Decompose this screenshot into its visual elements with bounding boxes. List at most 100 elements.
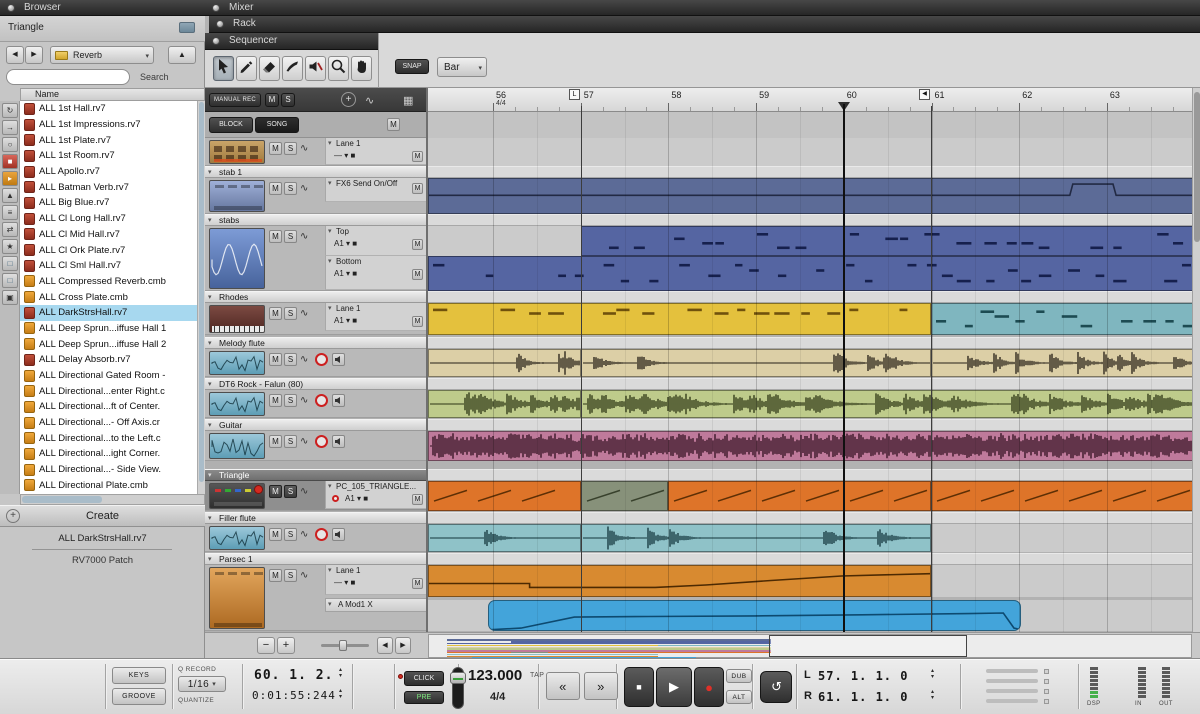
file-item[interactable]: ALL 1st Plate.rv7 [20, 132, 205, 148]
disclosure-triangle-icon[interactable]: ▾ [208, 292, 212, 303]
auto-browse-icon[interactable]: ↻ [2, 103, 18, 118]
track-mute-button[interactable]: M [269, 485, 282, 498]
grid-view-icon[interactable]: ▦ [403, 94, 413, 107]
lane-automation-icon[interactable]: ∿ [300, 183, 308, 194]
track-solo-button[interactable]: S [284, 394, 297, 407]
disclosure-triangle-icon[interactable]: ▾ [208, 215, 212, 226]
timeline-arrange-area[interactable]: 564/457585960616263L◀ [428, 88, 1200, 632]
track-name-Rhodes[interactable]: ▾Rhodes [205, 291, 428, 303]
loop-left-spinner[interactable]: ▴▾ [928, 669, 937, 680]
disclosure-triangle-icon[interactable]: ▾ [328, 482, 332, 490]
file-list-scrollbar[interactable] [197, 101, 205, 494]
lane-automation-icon[interactable]: ∿ [300, 570, 308, 581]
lane-mute-button[interactable]: M [412, 269, 423, 280]
create-bar[interactable]: + Create [0, 505, 205, 527]
lane-target-selector[interactable]: A1 ▾ ■ [345, 494, 368, 503]
file-list[interactable]: ALL 1st Hall.rv7ALL 1st Impressions.rv7A… [20, 101, 205, 494]
lane-target-selector[interactable]: A1 ▾ ■ [334, 316, 357, 325]
track-mute-button[interactable]: M [269, 142, 282, 155]
clip-rhodes-1[interactable] [931, 303, 1200, 335]
lane-mute-button[interactable]: M [412, 316, 423, 327]
rack-window-titlebar[interactable]: Rack [209, 16, 1200, 33]
track-solo-button[interactable]: S [284, 353, 297, 366]
file-list-hscrollbar[interactable] [20, 494, 205, 505]
snap-value-dropdown[interactable]: Bar ▾ [437, 57, 487, 77]
loop-button[interactable]: ↻ [760, 671, 792, 703]
scrollbar-thumb[interactable] [199, 102, 204, 482]
file-item[interactable]: ALL Directional...ft of Center. [20, 399, 205, 415]
lane-fx6-send-on-off[interactable]: ▾FX6 Send On/OffM [325, 178, 428, 202]
lane-lane-1[interactable]: ▾Lane 1— ▾ ■M [325, 565, 428, 595]
file-item[interactable]: ALL Big Blue.rv7 [20, 195, 205, 211]
h-zoom-thumb[interactable] [339, 640, 347, 651]
device-icon-audio-device[interactable] [209, 351, 265, 375]
folder-icon[interactable] [179, 22, 195, 33]
keys-button[interactable]: KEYS [112, 667, 166, 684]
disclosure-triangle-icon[interactable]: ▾ [328, 257, 332, 265]
file-item[interactable]: ALL Cl Mid Hall.rv7 [20, 227, 205, 243]
clip-guitar-0[interactable] [428, 431, 1200, 461]
file-item[interactable]: ALL 1st Room.rv7 [20, 148, 205, 164]
track-name-Filler flute[interactable]: ▾Filler flute [205, 512, 428, 524]
lane-mute-button[interactable]: M [412, 151, 423, 162]
name-column-header[interactable]: Name [20, 88, 205, 101]
time-spinner[interactable]: ▴▾ [336, 689, 345, 700]
window-button-icon[interactable] [216, 20, 224, 28]
clip-parsec-0[interactable] [428, 565, 931, 597]
track-solo-button[interactable]: S [284, 182, 297, 195]
file-item[interactable]: ALL Directional...- Off Axis.cr [20, 415, 205, 431]
scroll-left-button[interactable]: ◀ [377, 637, 393, 654]
device-icon-synth-orange[interactable] [209, 567, 265, 629]
quantize-value-dropdown[interactable]: 1/16▾ [178, 676, 226, 692]
fast-forward-button[interactable]: » [584, 672, 618, 700]
lane-target-selector[interactable]: A1 ▾ ■ [334, 239, 357, 248]
file-item[interactable]: ALL 1st Hall.rv7 [20, 101, 205, 117]
window-button-icon[interactable] [212, 4, 220, 12]
lane-automation-icon[interactable]: ∿ [300, 231, 308, 242]
lane-automation-icon[interactable]: ∿ [300, 436, 308, 447]
up-folder-button[interactable]: ▲ [168, 46, 196, 64]
file-item[interactable]: ALL Directional Gated Room - [20, 368, 205, 384]
timeline-ruler[interactable]: 564/457585960616263L◀ [428, 88, 1200, 112]
file-item[interactable]: ALL Directional Plate.cmb [20, 478, 205, 494]
track-mute-button[interactable]: M [269, 394, 282, 407]
zoom-in-button[interactable]: + [277, 637, 295, 654]
window-button-icon[interactable] [212, 37, 220, 45]
lane-mute-button[interactable]: M [412, 183, 423, 194]
record-enable-button[interactable] [315, 435, 328, 448]
clip-melody-flute-2[interactable] [931, 349, 1200, 377]
clip-melody-flute-0[interactable] [428, 349, 581, 377]
disclosure-triangle-icon[interactable]: ▾ [328, 599, 332, 611]
tool-hand[interactable] [351, 56, 372, 81]
file-item[interactable]: ALL Cross Plate.cmb [20, 289, 205, 305]
track-solo-button[interactable]: S [284, 307, 297, 320]
record-enable-button[interactable] [315, 394, 328, 407]
search-input[interactable] [6, 69, 130, 85]
playhead[interactable] [843, 104, 845, 632]
zoom-out-button[interactable]: − [257, 637, 275, 654]
find-icon[interactable]: ○ [2, 137, 18, 152]
click-button[interactable]: CLICK [404, 671, 444, 686]
track-mute-button[interactable]: M [269, 307, 282, 320]
tempo-value[interactable]: 123.000 [468, 667, 522, 684]
folder-shortcut-2-icon[interactable]: □ [2, 273, 18, 288]
monitor-speaker-icon[interactable] [332, 353, 345, 366]
track-name-stab 1[interactable]: ▾stab 1 [205, 166, 428, 178]
disclosure-triangle-icon[interactable]: ▾ [208, 379, 212, 390]
play-button[interactable]: ▶ [656, 667, 692, 707]
rewind-button[interactable]: « [546, 672, 580, 700]
tool-pencil[interactable] [236, 56, 257, 81]
parent-folder-icon[interactable]: ▲ [2, 188, 18, 203]
master-solo-button[interactable]: S [281, 93, 295, 107]
folder-shortcut-1-icon[interactable]: □ [2, 256, 18, 271]
automation-icon[interactable]: ∿ [365, 94, 374, 107]
device-icon-audio-device[interactable] [209, 526, 265, 550]
file-item[interactable]: ALL 1st Impressions.rv7 [20, 117, 205, 133]
file-item[interactable]: ALL Directional...ight Corner. [20, 446, 205, 462]
disclosure-triangle-icon[interactable]: ▾ [328, 304, 332, 312]
device-icon-synth-wave[interactable] [209, 228, 265, 289]
lane-bottom[interactable]: ▾BottomA1 ▾ ■M [325, 256, 428, 290]
show-details-icon[interactable]: ≡ [2, 205, 18, 220]
lane-pc-105-triangle-[interactable]: ▾PC_105_TRIANGLE...A1 ▾ ■M [325, 481, 428, 509]
record-enable-button[interactable] [315, 353, 328, 366]
